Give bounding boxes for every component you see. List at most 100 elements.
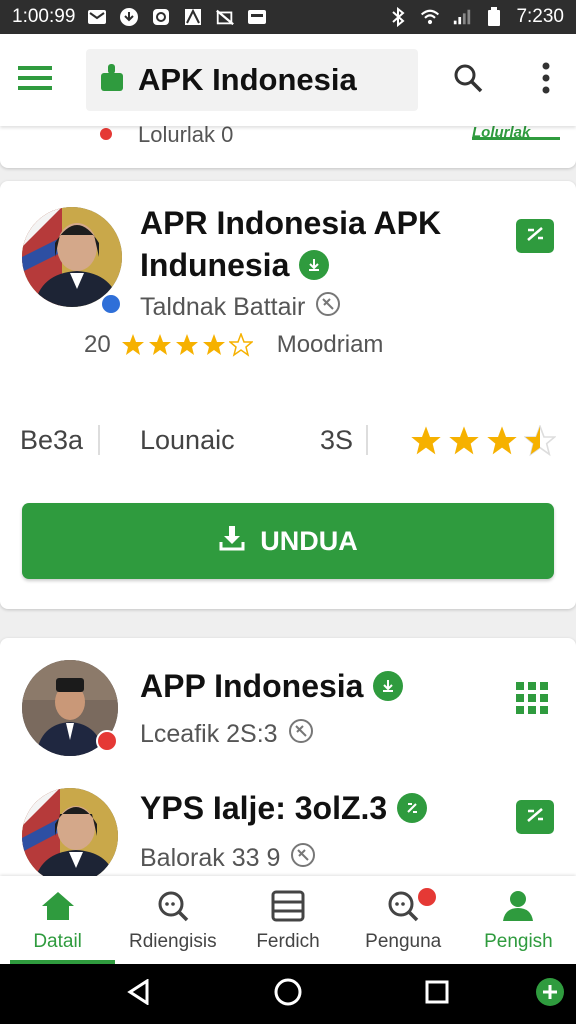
app-list[interactable]: Lolurlak 0 Lolurlak APR Indonesia APK In… (0, 126, 576, 876)
peek-subtitle: Lolurlak 0 (138, 126, 234, 147)
download-status-icon (119, 7, 139, 27)
app-title-line2-text: Indunesia (140, 247, 290, 283)
list-icon (271, 890, 305, 927)
back-triangle-icon (127, 977, 151, 1010)
verified-icon (299, 250, 330, 280)
nav-item-datail[interactable]: Datail (0, 876, 116, 964)
info-icon (315, 291, 341, 324)
bluetooth-icon (388, 7, 408, 27)
action-button[interactable] (516, 800, 554, 834)
image-icon (247, 7, 267, 27)
bottom-navigation: Datail Rdiengisis Ferdich Penguna Pengis… (0, 876, 576, 964)
nav-label: Ferdich (256, 931, 320, 952)
search-icon (453, 63, 483, 98)
more-button[interactable] (518, 52, 574, 108)
recents-square-icon (425, 980, 449, 1009)
app-subtitle: Balorak 33 9 (140, 842, 316, 875)
download-label: UNDUA (260, 525, 358, 556)
app-title-row: APP Indonesia (140, 666, 404, 706)
nav-item-ferdich[interactable]: Ferdich (230, 876, 345, 964)
star-icon (148, 334, 171, 355)
stats-row: Be3a Lounaic 3S (20, 419, 560, 463)
rating-count: 20 (84, 331, 111, 358)
back-button[interactable] (114, 969, 164, 1019)
star-icon (175, 334, 198, 355)
app-title: YPS Ialje: 3olZ.3 (140, 790, 388, 826)
app-card-list[interactable]: APP Indonesia Lceafik 2S:3 YPS Ialje: 3o… (0, 638, 576, 876)
star-icon (202, 334, 225, 355)
star-icon (121, 334, 144, 355)
download-icon (218, 524, 246, 559)
status-dot (96, 730, 118, 752)
stat-category: Lounaic (140, 425, 235, 455)
sync-icon (151, 7, 171, 27)
status-dot (100, 293, 122, 315)
verified-icon (373, 671, 404, 701)
wifi-icon (420, 7, 440, 27)
person-icon (501, 890, 535, 927)
home-icon (41, 890, 75, 927)
developer-name: Taldnak Battair (140, 293, 306, 321)
app-title: APP Indonesia (140, 668, 364, 704)
avatar (22, 788, 118, 876)
mail-icon (87, 7, 107, 27)
plus-icon (535, 977, 565, 1012)
developer-name: Balorak 33 9 (140, 844, 281, 872)
search-chat-icon (156, 890, 190, 927)
action-button[interactable] (516, 219, 554, 253)
search-chat-icon (386, 890, 420, 927)
verified-icon (397, 793, 428, 823)
list-item-peek[interactable]: Lolurlak 0 Lolurlak (0, 126, 576, 168)
battery-icon (484, 7, 504, 27)
info-icon (288, 718, 314, 751)
add-button[interactable] (525, 969, 575, 1019)
app-title: APR Indonesia APK (140, 205, 442, 241)
no-signal-icon (215, 7, 235, 27)
nav-item-rdiengisis[interactable]: Rdiengisis (115, 876, 230, 964)
status-clock: 7:230 (516, 6, 564, 27)
edit-icon (524, 224, 546, 249)
star-icon (449, 426, 479, 455)
home-button[interactable] (263, 969, 313, 1019)
app-subtitle: Lceafik 2S:3 (140, 718, 314, 751)
menu-button[interactable] (0, 34, 70, 126)
app-subtitle: Taldnak Battair (140, 291, 341, 324)
nav-item-pengish[interactable]: Pengish (461, 876, 576, 964)
nav-item-penguna[interactable]: Penguna (346, 876, 461, 964)
app-title-line2: Indunesia (140, 245, 330, 285)
stat-stars (410, 425, 556, 457)
stat-size: Be3a (20, 425, 84, 455)
app-title-row: YPS Ialje: 3olZ.3 (140, 788, 428, 828)
status-time: 1:00:99 (12, 6, 76, 27)
rating-row: 20 Moodriam (84, 331, 383, 359)
download-button[interactable]: UNDUA (22, 503, 554, 579)
grid-button[interactable] (516, 682, 548, 719)
search-bar[interactable]: APK Indonesia (86, 49, 418, 111)
star-outline-icon (228, 333, 253, 357)
developer-name: Lceafik 2S:3 (140, 720, 278, 748)
nav-label: Penguna (365, 931, 442, 952)
home-circle-icon (273, 977, 303, 1012)
notification-badge (417, 888, 436, 906)
avatar (22, 207, 122, 307)
star-icon (487, 426, 517, 455)
stat-age: 3S (320, 425, 354, 455)
search-button[interactable] (440, 52, 496, 108)
grid-icon (516, 682, 548, 718)
status-bar: 1:00:99 7:230 (0, 0, 576, 34)
app-title: APK Indonesia (138, 62, 357, 97)
app-bar: APK Indonesia (0, 34, 576, 126)
nav-label: Rdiengisis (128, 931, 217, 952)
recents-button[interactable] (412, 969, 462, 1019)
system-navigation (0, 964, 576, 1024)
nav-label: Pengish (484, 931, 553, 952)
info-icon (290, 842, 316, 875)
stat-divider (98, 425, 100, 455)
app-card-featured[interactable]: APR Indonesia APK Indunesia Taldnak Batt… (0, 181, 576, 609)
android-icon (100, 63, 124, 98)
edit-icon (524, 805, 546, 830)
hamburger-icon (18, 65, 52, 96)
peek-tag: Lolurlak (472, 126, 560, 141)
cell-signal-icon (452, 7, 472, 27)
nav-label: Datail (33, 931, 82, 952)
